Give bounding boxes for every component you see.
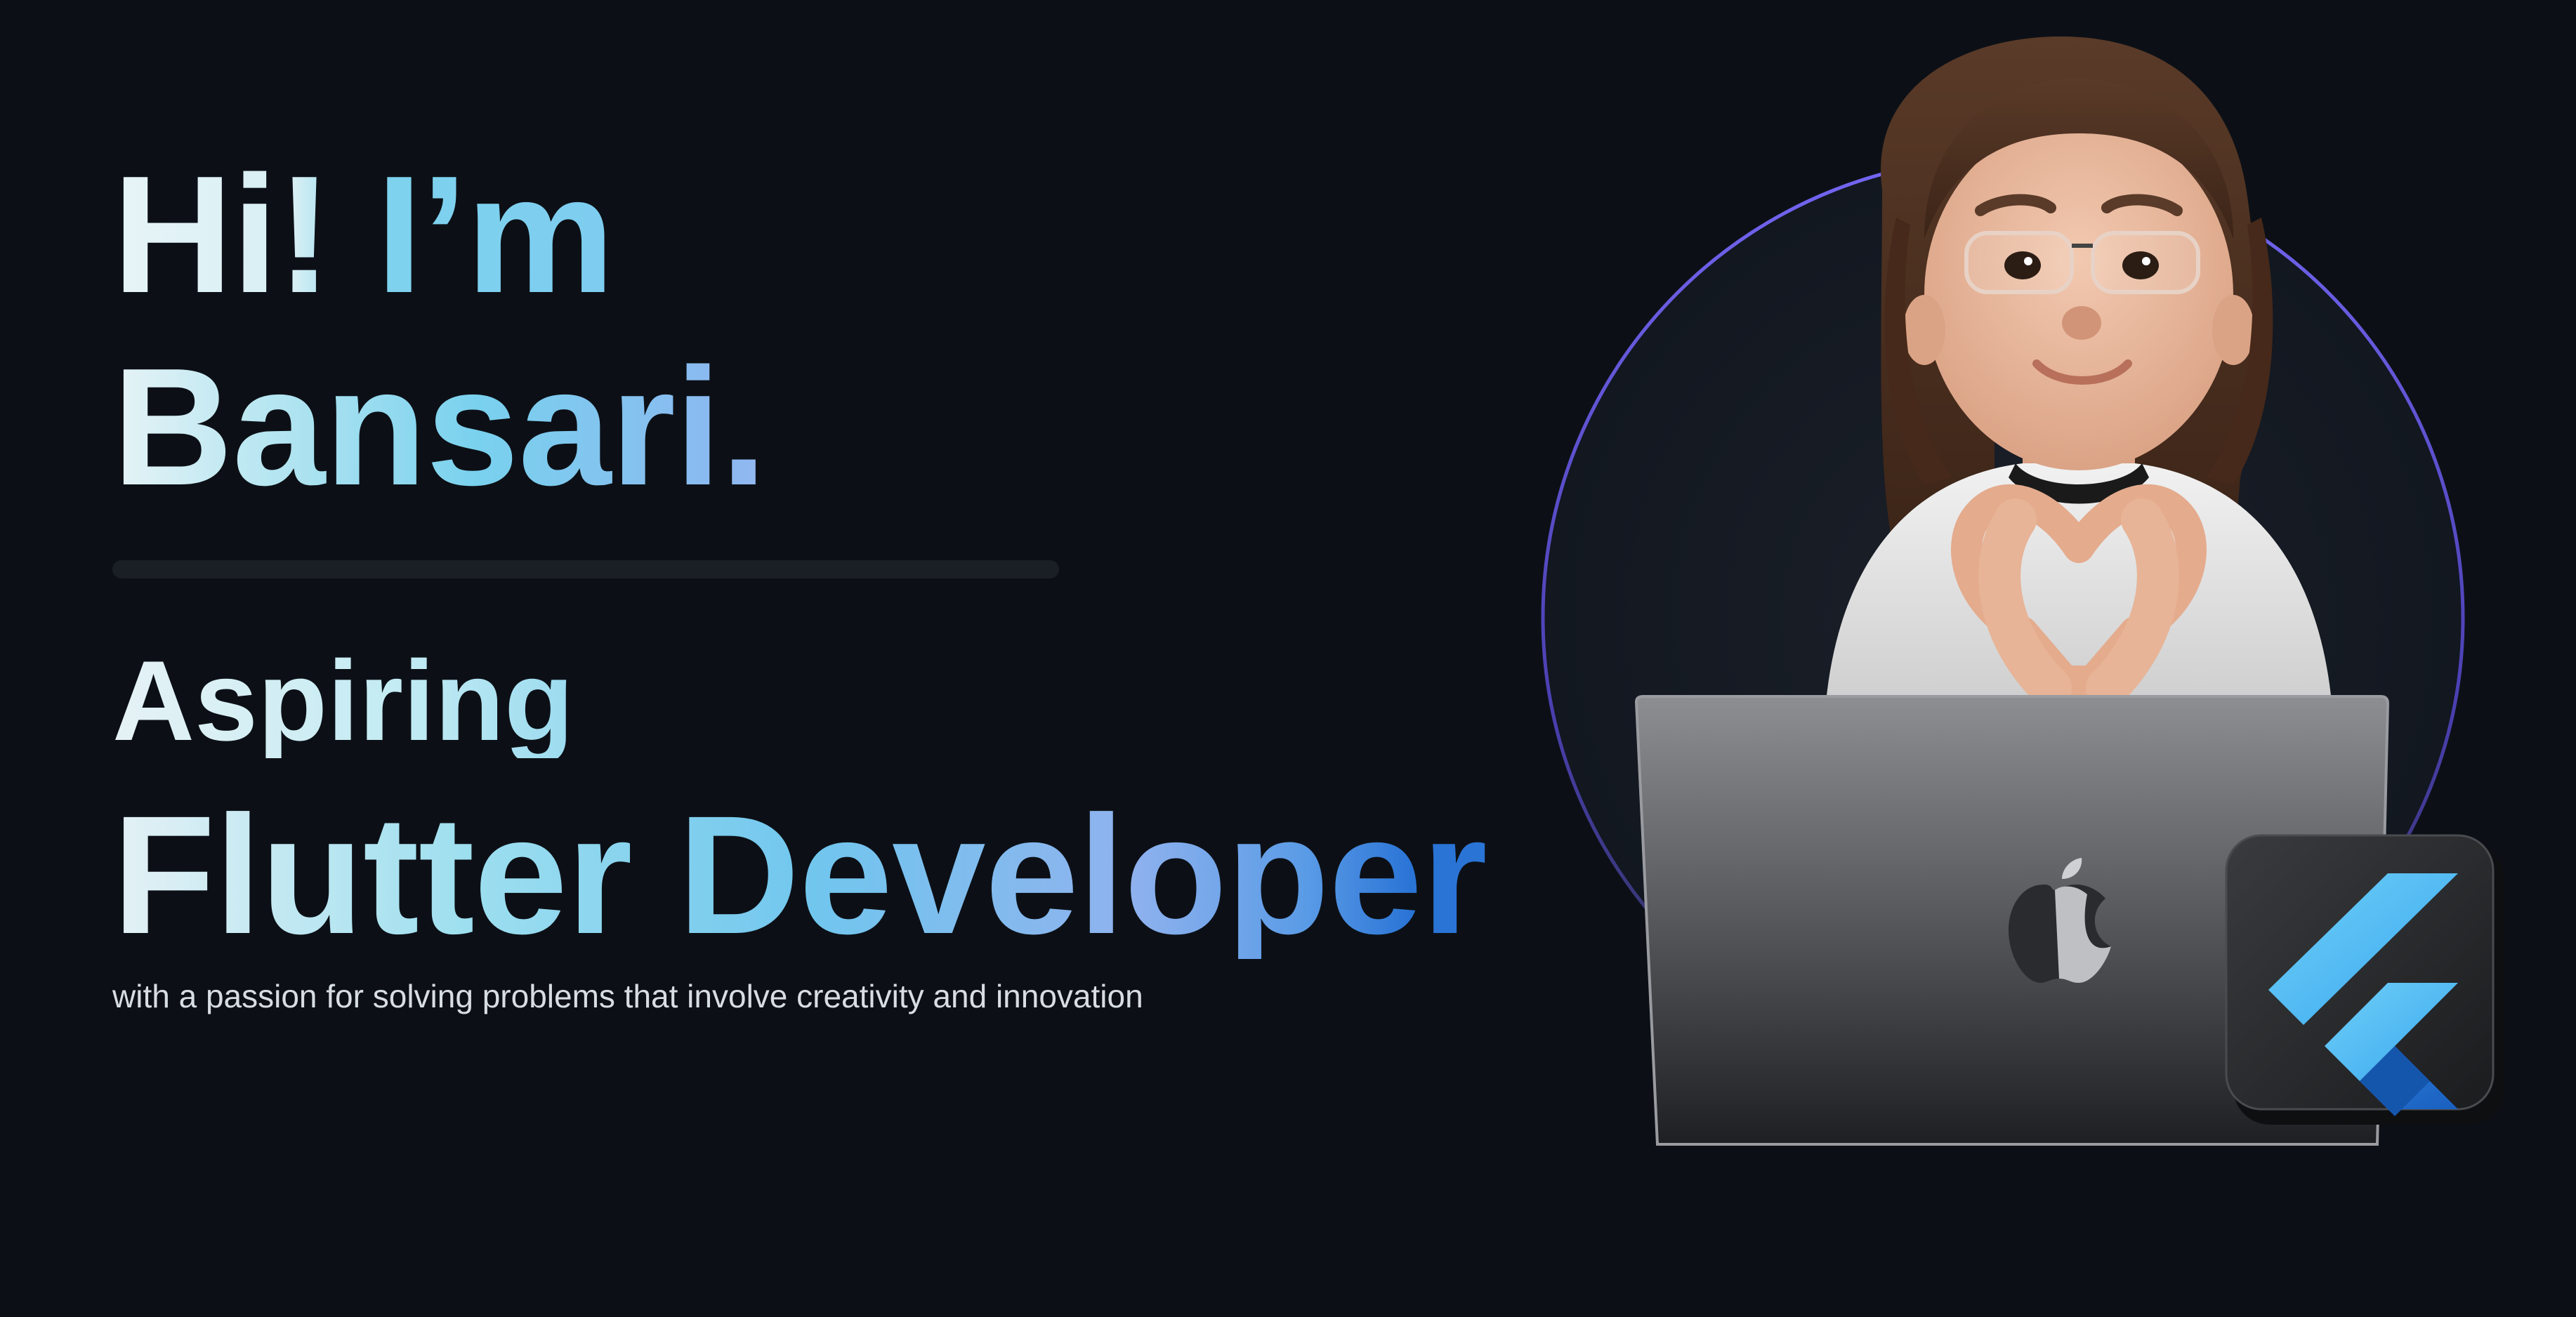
memoji-heart-hands-icon — [1826, 36, 2332, 709]
flutter-logo-icon — [2225, 834, 2504, 1125]
tagline: with a passion for solving problems that… — [112, 978, 1143, 1014]
role-prefix: Aspiring — [112, 637, 574, 765]
divider — [112, 560, 1059, 578]
greeting-name: Bansari. — [112, 334, 767, 520]
hero-section: Hi! I’m Bansari. Aspiring Flutter Develo… — [0, 0, 2576, 1317]
greeting-line-1: Hi! I’m — [112, 142, 615, 328]
role-title: Flutter Developer — [112, 781, 1487, 969]
developer-illustration — [1541, 36, 2504, 1146]
